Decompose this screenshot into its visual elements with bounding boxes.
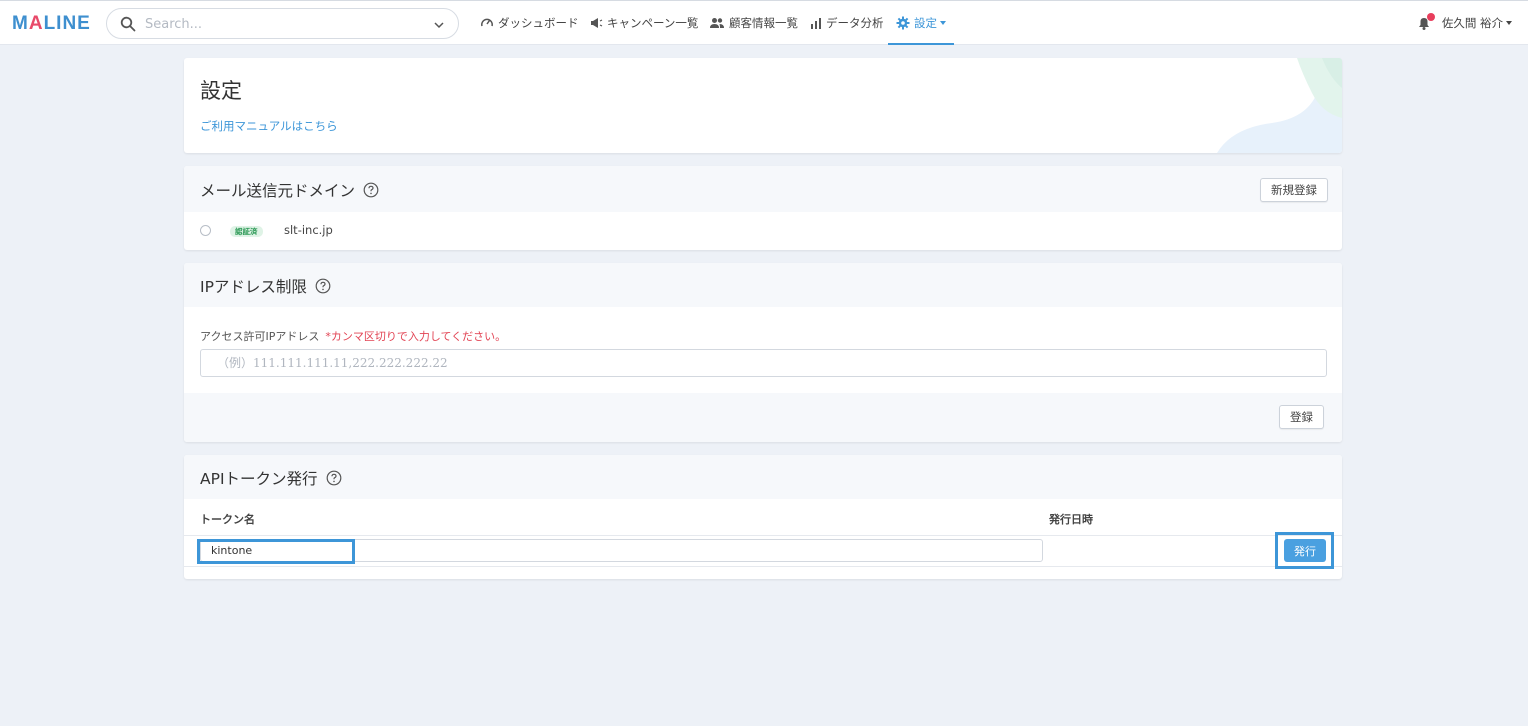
gear-icon	[896, 16, 910, 30]
api-token-header: APIトークン発行	[184, 455, 1342, 499]
domain-row: 認証済 slt-inc.jp	[184, 212, 1342, 250]
issue-token-button[interactable]: 発行	[1284, 539, 1326, 562]
search-input[interactable]	[145, 13, 425, 35]
table-row	[184, 536, 1342, 567]
mail-domain-title: メール送信元ドメイン	[200, 179, 379, 201]
nav-customers[interactable]: 顧客情報一覧	[709, 1, 798, 45]
mail-domain-card: メール送信元ドメイン 新規登録 認証済 slt-inc.jp	[184, 166, 1342, 250]
column-issued-at: 発行日時	[1049, 513, 1093, 526]
help-circle-icon[interactable]	[315, 278, 331, 294]
user-name[interactable]: 佐久間 裕介	[1442, 15, 1503, 31]
domain-radio[interactable]	[200, 225, 211, 236]
token-name-input[interactable]	[200, 539, 1043, 562]
page-title: 設定	[200, 79, 242, 103]
column-token-name: トークン名	[200, 513, 255, 526]
api-table-header: トークン名 発行日時	[184, 501, 1342, 536]
notification-bell-icon[interactable]	[1416, 13, 1435, 31]
api-token-card: APIトークン発行 トークン名 発行日時	[184, 455, 1342, 579]
search-icon	[120, 16, 136, 32]
notification-dot	[1426, 13, 1435, 21]
nav-analytics[interactable]: データ分析	[810, 1, 884, 45]
decorative-wave-graphic	[1217, 58, 1342, 153]
ip-restriction-header: IPアドレス制限	[184, 263, 1342, 307]
ip-address-input[interactable]	[200, 349, 1327, 377]
mail-domain-header: メール送信元ドメイン 新規登録	[184, 166, 1342, 212]
nav-dashboard-label: ダッシュボード	[498, 16, 579, 30]
nav-customers-label: 顧客情報一覧	[729, 16, 798, 30]
speedometer-icon	[481, 18, 493, 27]
caret-down-icon	[1506, 21, 1512, 25]
nav-dashboard[interactable]: ダッシュボード	[480, 1, 579, 45]
help-circle-icon[interactable]	[363, 182, 379, 198]
register-ip-button[interactable]: 登録	[1279, 405, 1324, 429]
nav-campaigns[interactable]: キャンペーン一覧	[589, 1, 698, 45]
user-menu[interactable]: 佐久間 裕介	[1416, 1, 1512, 45]
bar-chart-icon	[811, 17, 821, 29]
nav-analytics-label: データ分析	[826, 16, 884, 30]
settings-header-card: 設定 ご利用マニュアルはこちら	[184, 58, 1342, 153]
nav-settings-label: 設定	[914, 16, 937, 30]
chevron-down-icon[interactable]	[433, 19, 445, 31]
api-token-title: APIトークン発行	[200, 467, 342, 489]
ip-footer: 登録	[184, 393, 1342, 442]
verified-badge: 認証済	[230, 226, 263, 237]
help-circle-icon[interactable]	[326, 470, 342, 486]
domain-name: slt-inc.jp	[284, 223, 333, 237]
ip-field-note: *カンマ区切りで入力してください。	[325, 330, 507, 343]
nav-settings[interactable]: 設定	[888, 1, 954, 45]
top-navbar: MALINE ダッシュボード キャンペーン一覧	[0, 0, 1528, 45]
ip-restriction-title: IPアドレス制限	[200, 275, 331, 297]
caret-down-icon	[940, 21, 946, 25]
search-box[interactable]	[106, 8, 459, 39]
new-domain-button[interactable]: 新規登録	[1260, 178, 1328, 202]
users-icon	[710, 18, 724, 28]
maline-logo[interactable]: MALINE	[12, 13, 91, 35]
ip-field-label: アクセス許可IPアドレス *カンマ区切りで入力してください。	[200, 330, 507, 343]
ip-restriction-card: IPアドレス制限 アクセス許可IPアドレス*カンマ区切りで入力してください。 登…	[184, 263, 1342, 442]
manual-link[interactable]: ご利用マニュアルはこちら	[200, 118, 338, 134]
nav-campaigns-label: キャンペーン一覧	[607, 16, 699, 30]
megaphone-icon	[591, 18, 603, 28]
